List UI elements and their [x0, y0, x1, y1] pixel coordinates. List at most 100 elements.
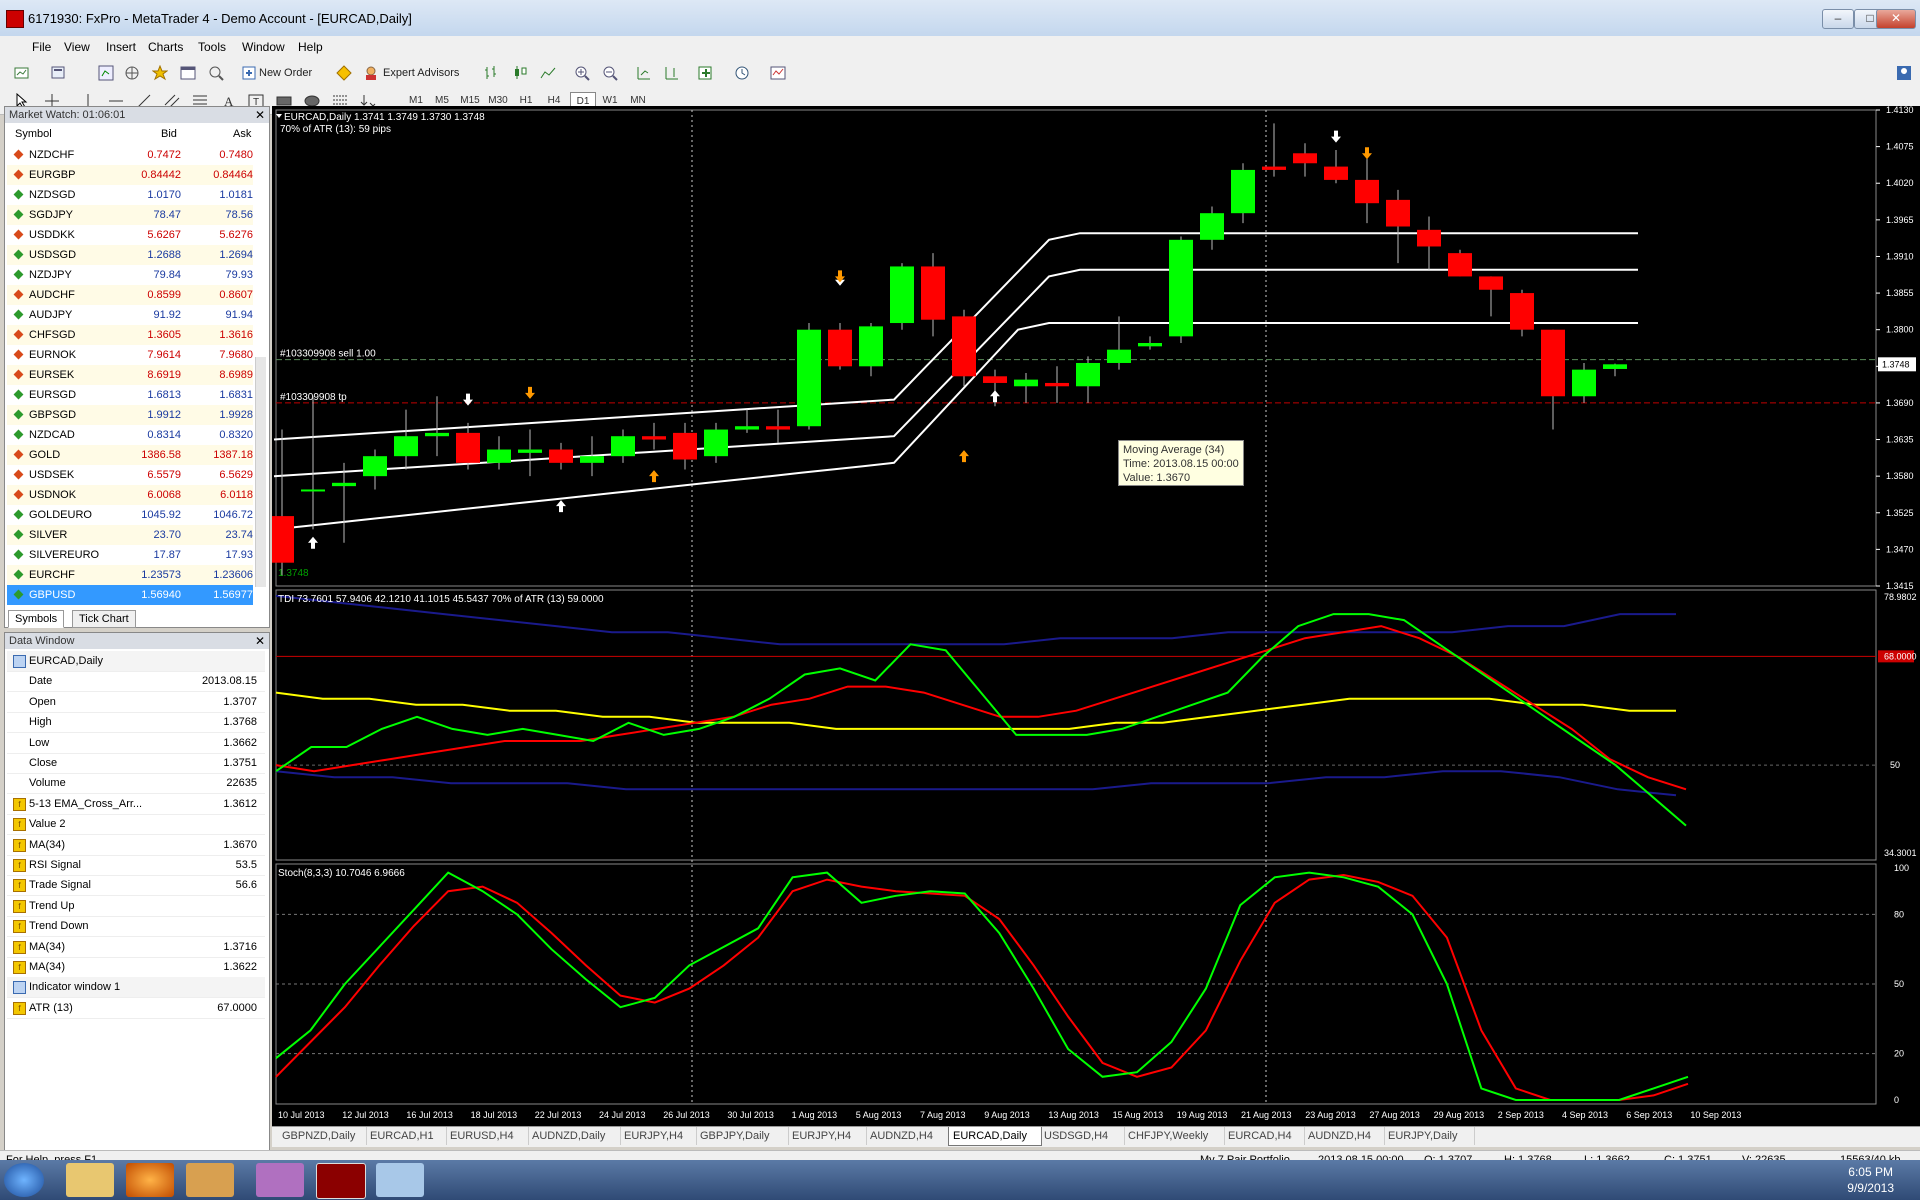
- candle-body[interactable]: [611, 436, 635, 457]
- minimize-button[interactable]: –: [1822, 9, 1854, 29]
- chart-area[interactable]: 1.4130 1.4075 1.4020 1.3965 1.3910 1.3855 1.38…: [272, 106, 1920, 1126]
- templates-icon[interactable]: [770, 65, 786, 81]
- market-watch-row[interactable]: NZDCAD 0.8314 0.8320: [7, 425, 253, 445]
- candle-body[interactable]: [766, 426, 790, 430]
- market-watch-row[interactable]: EURSGD 1.6813 1.6831: [7, 385, 253, 405]
- chart-tab[interactable]: USDSGD,H4: [1040, 1127, 1125, 1145]
- contact-icon[interactable]: [1896, 65, 1912, 81]
- zoom-in-icon[interactable]: [574, 65, 590, 81]
- menu-view[interactable]: View: [64, 40, 90, 54]
- candle-body[interactable]: [921, 266, 945, 320]
- market-watch-row[interactable]: EURSEK 8.6919 8.6989: [7, 365, 253, 385]
- market-watch-row[interactable]: USDSGD 1.2688 1.2694: [7, 245, 253, 265]
- chart-tab[interactable]: GBPJPY,Daily: [696, 1127, 789, 1145]
- candle-body[interactable]: [1014, 379, 1038, 387]
- market-watch-row[interactable]: GBPSGD 1.9912 1.9928: [7, 405, 253, 425]
- terminal-icon[interactable]: [180, 65, 196, 81]
- candle-body[interactable]: [1417, 229, 1441, 247]
- candle-body[interactable]: [1045, 382, 1069, 387]
- market-watch-row[interactable]: SILVEREURO 17.87 17.93: [7, 545, 253, 565]
- candle-body[interactable]: [1138, 343, 1162, 347]
- favorites-icon[interactable]: [152, 65, 168, 81]
- new-order-button[interactable]: New Order: [238, 62, 330, 84]
- market-watch-row[interactable]: CHFSGD 1.3605 1.3616: [7, 325, 253, 345]
- candle-body[interactable]: [301, 489, 325, 492]
- media-player-taskbar-icon[interactable]: [186, 1163, 234, 1197]
- market-watch-icon[interactable]: [98, 65, 114, 81]
- candle-body[interactable]: [518, 449, 542, 453]
- start-button[interactable]: [4, 1163, 44, 1197]
- ask-column-header[interactable]: Ask: [233, 125, 251, 143]
- chart-tab[interactable]: EURCAD,Daily: [948, 1127, 1042, 1146]
- zoom-out-icon[interactable]: [602, 65, 618, 81]
- market-watch-scrollbar[interactable]: [255, 357, 266, 587]
- candle-body[interactable]: [549, 449, 573, 463]
- fxpro-taskbar-icon[interactable]: [316, 1163, 366, 1199]
- chart-tab[interactable]: AUDNZD,H4: [866, 1127, 949, 1145]
- market-watch-row[interactable]: NZDCHF 0.7472 0.7480: [7, 145, 253, 165]
- candle-body[interactable]: [797, 329, 821, 427]
- candle-body[interactable]: [1200, 213, 1224, 240]
- menu-window[interactable]: Window: [242, 40, 285, 54]
- auto-scroll-icon[interactable]: [636, 65, 652, 81]
- chart-tab[interactable]: AUDNZD,H4: [1304, 1127, 1385, 1145]
- market-watch-row[interactable]: AUDCHF 0.8599 0.8607: [7, 285, 253, 305]
- market-watch-row[interactable]: NZDSGD 1.0170 1.0181: [7, 185, 253, 205]
- bid-column-header[interactable]: Bid: [161, 125, 177, 143]
- explorer-taskbar-icon[interactable]: [66, 1163, 114, 1197]
- chart-tab[interactable]: EURCAD,H1: [366, 1127, 447, 1145]
- chart-tab[interactable]: AUDNZD,Daily: [528, 1127, 621, 1145]
- candle-body[interactable]: [1572, 369, 1596, 397]
- indicators-icon[interactable]: [698, 65, 714, 81]
- market-watch-row[interactable]: USDSEK 6.5579 6.5629: [7, 465, 253, 485]
- metaeditor-icon[interactable]: [336, 65, 352, 81]
- candle-body[interactable]: [952, 316, 976, 377]
- market-watch-row[interactable]: EURNOK 7.9614 7.9680: [7, 345, 253, 365]
- candle-body[interactable]: [1324, 166, 1348, 180]
- periods-icon[interactable]: [734, 65, 750, 81]
- candle-body[interactable]: [1479, 276, 1503, 290]
- chart-tab[interactable]: EURJPY,H4: [788, 1127, 867, 1145]
- market-watch-row[interactable]: AUDJPY 91.92 91.94: [7, 305, 253, 325]
- candle-body[interactable]: [735, 426, 759, 430]
- market-watch-row[interactable]: GOLDEURO 1045.92 1046.72: [7, 505, 253, 525]
- market-watch-row[interactable]: GOLD 1386.58 1387.18: [7, 445, 253, 465]
- new-chart-icon[interactable]: [14, 65, 30, 81]
- tab-tick-chart[interactable]: Tick Chart: [72, 610, 136, 628]
- chart-shift-icon[interactable]: [664, 65, 680, 81]
- chart-tab[interactable]: EURJPY,H4: [620, 1127, 697, 1145]
- strategy-tester-icon[interactable]: [208, 65, 224, 81]
- candle-body[interactable]: [332, 482, 356, 487]
- candle-body[interactable]: [1510, 293, 1534, 330]
- candle-body[interactable]: [1448, 253, 1472, 277]
- close-button[interactable]: ✕: [1876, 9, 1916, 29]
- candle-body[interactable]: [487, 449, 511, 463]
- chart-tab[interactable]: GBPNZD,Daily: [278, 1127, 367, 1145]
- market-watch-row[interactable]: USDDKK 5.6267 5.6276: [7, 225, 253, 245]
- market-watch-close-icon[interactable]: ✕: [255, 108, 265, 122]
- eurcad-chart[interactable]: 1.4130 1.4075 1.4020 1.3965 1.3910 1.3855 1.38…: [272, 106, 1920, 1126]
- chart-menu-icon[interactable]: [276, 114, 282, 118]
- firefox-taskbar-icon[interactable]: [126, 1163, 174, 1197]
- candle-body[interactable]: [1262, 166, 1286, 170]
- notepad-taskbar-icon[interactable]: [376, 1163, 424, 1197]
- market-watch-row[interactable]: SILVER 23.70 23.74: [7, 525, 253, 545]
- candle-body[interactable]: [673, 432, 697, 460]
- app-taskbar-icon[interactable]: [256, 1163, 304, 1197]
- candle-body[interactable]: [456, 432, 480, 463]
- candlestick-chart-icon[interactable]: [512, 65, 528, 81]
- market-watch-row[interactable]: SGDJPY 78.47 78.56: [7, 205, 253, 225]
- system-clock[interactable]: 6:05 PM 9/9/2013: [1847, 1164, 1894, 1196]
- bar-chart-icon[interactable]: [484, 65, 500, 81]
- chart-tab[interactable]: EURUSD,H4: [446, 1127, 529, 1145]
- menu-tools[interactable]: Tools: [198, 40, 226, 54]
- candle-body[interactable]: [1541, 329, 1565, 397]
- candle-body[interactable]: [1231, 169, 1255, 214]
- profiles-icon[interactable]: [50, 65, 66, 81]
- market-watch-row[interactable]: USDNOK 6.0068 6.0118: [7, 485, 253, 505]
- line-chart-icon[interactable]: [540, 65, 556, 81]
- candle-body[interactable]: [1603, 364, 1627, 369]
- candle-body[interactable]: [1107, 349, 1131, 363]
- data-window-close-icon[interactable]: ✕: [255, 634, 265, 648]
- market-watch-row[interactable]: EURGBP 0.84442 0.84464: [7, 165, 253, 185]
